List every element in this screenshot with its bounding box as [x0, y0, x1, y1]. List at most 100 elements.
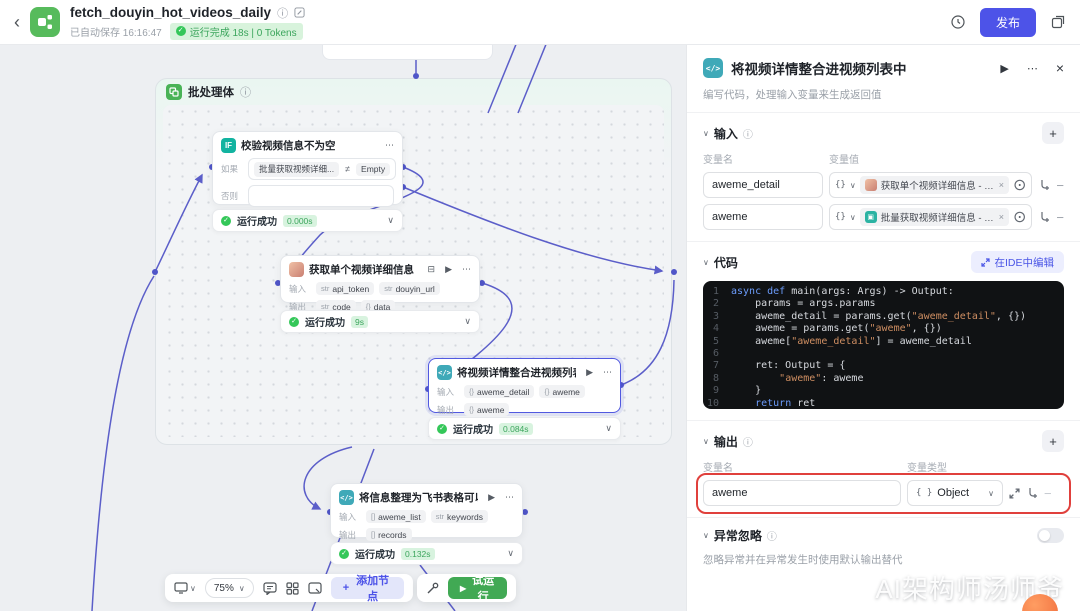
- merge-node-title: 将视频详情整合进视频列表中: [457, 367, 576, 379]
- else-condition-field[interactable]: [248, 185, 394, 207]
- more-icon[interactable]: ⋯: [462, 264, 471, 275]
- error-ignore-toggle[interactable]: [1037, 528, 1064, 543]
- variable-ref-chip[interactable]: 获取单个视频详细信息 - awe... ×: [859, 176, 1009, 194]
- plugin-avatar-icon: [289, 262, 304, 277]
- add-input-button[interactable]: +: [1042, 122, 1064, 144]
- display-mode-icon[interactable]: ∨: [174, 582, 196, 594]
- branch-add-icon[interactable]: [1038, 211, 1050, 224]
- variable-ref-chip[interactable]: ▣ 批量获取视频详细信息 - awe... ×: [859, 208, 1009, 226]
- canvas-toolbar: ∨ 75% ∨ + 添加节点: [165, 574, 413, 603]
- condition-right-chip[interactable]: Empty: [356, 162, 391, 176]
- minimap-icon[interactable]: [308, 582, 322, 594]
- play-icon[interactable]: ▶: [586, 367, 593, 378]
- inputs-label: 输入: [437, 386, 455, 397]
- remove-row-icon[interactable]: −: [1056, 178, 1064, 193]
- node-if-check[interactable]: IF 校验视频信息不为空 ⋯ 如果 批量获取视频详细... ≠ Empty 否则: [212, 131, 403, 207]
- node-partial-top[interactable]: [322, 45, 493, 60]
- run-node-icon[interactable]: ▶: [1000, 62, 1008, 75]
- add-node-button[interactable]: + 添加节点: [330, 575, 404, 603]
- if-status-bar[interactable]: ✓ 运行成功 0.000s ∨: [212, 209, 403, 232]
- history-icon[interactable]: [950, 14, 966, 30]
- add-output-button[interactable]: +: [1042, 430, 1064, 452]
- chevron-down-icon[interactable]: ∨: [703, 437, 709, 446]
- output-name-input[interactable]: [703, 480, 901, 506]
- chevron-down-icon[interactable]: ∨: [507, 548, 514, 559]
- node-feishu-format[interactable]: </> 将信息整理为飞书表格可以使用... ▶ ⋯ 输入 []aweme_lis…: [330, 483, 523, 541]
- feishu-status-bar[interactable]: ✓ 运行成功 0.132s ∨: [330, 542, 523, 565]
- more-icon[interactable]: ⋯: [1027, 62, 1038, 75]
- expand-icon[interactable]: [1009, 487, 1020, 499]
- error-ignore-desc: 忽略异常并在异常发生时使用默认输出替代: [703, 554, 903, 566]
- condition-left-chip[interactable]: 批量获取视频详细...: [254, 161, 340, 177]
- error-ignore-section: ∨ 异常忽略 ⓘ 忽略异常并在异常发生时使用默认输出替代: [687, 518, 1080, 578]
- grid-view-icon[interactable]: [286, 581, 299, 595]
- code-editor[interactable]: 1 async def main(args: Args) -> Output: 2 …: [703, 281, 1064, 409]
- info-icon[interactable]: ⓘ: [277, 5, 288, 21]
- edit-in-ide-button[interactable]: 在IDE中编辑: [971, 251, 1064, 273]
- detail-status-bar[interactable]: ✓ 运行成功 9s ∨: [280, 310, 480, 333]
- node-get-video-detail[interactable]: 获取单个视频详细信息 ⊟ ▶ ⋯ 输入 str api_token str douy…: [280, 255, 480, 313]
- outputs-label: 输出: [339, 529, 357, 540]
- input-row: {} ∨ ▣ 批量获取视频详细信息 - awe... × ⊙ −: [703, 204, 1064, 230]
- chevron-down-icon[interactable]: ∨: [464, 316, 471, 327]
- col-variable-name: 变量名: [703, 463, 733, 474]
- feishu-node-title: 将信息整理为飞书表格可以使用...: [359, 492, 478, 504]
- zoom-level-select[interactable]: 75% ∨: [204, 578, 254, 598]
- input-row: {} ∨ 获取单个视频详细信息 - awe... × ⊙ −: [703, 172, 1064, 198]
- col-variable-name: 变量名: [703, 155, 733, 166]
- node-merge-video-detail[interactable]: </> 将视频详情整合进视频列表中 ▶ ⋯ 输入 {}aweme_detail …: [428, 358, 621, 416]
- if-branch-label: 如果: [221, 164, 239, 174]
- test-run-button[interactable]: ▶ 试运行: [448, 575, 507, 603]
- more-icon[interactable]: ⋯: [505, 492, 514, 503]
- edit-icon[interactable]: [294, 7, 305, 18]
- output-type-select[interactable]: { } Object ∨: [907, 480, 1003, 506]
- run-time: 0.132s: [401, 547, 435, 560]
- variable-name-input[interactable]: [703, 204, 823, 230]
- run-time: 0.000s: [283, 214, 317, 227]
- back-button[interactable]: ‹: [14, 12, 20, 33]
- publish-button[interactable]: 发布: [979, 7, 1036, 37]
- merge-status-bar[interactable]: ✓ 运行成功 0.084s ∨: [428, 417, 621, 440]
- variable-name-input[interactable]: [703, 172, 823, 198]
- window-icon[interactable]: [1050, 14, 1066, 30]
- chevron-down-icon[interactable]: ∨: [605, 423, 612, 434]
- param-chip: [] aweme_list: [366, 510, 426, 523]
- play-icon[interactable]: ▶: [445, 264, 452, 275]
- play-icon[interactable]: ▶: [488, 492, 495, 503]
- branch-add-icon[interactable]: [1026, 487, 1038, 500]
- if-condition-field[interactable]: 批量获取视频详细... ≠ Empty: [248, 158, 397, 180]
- share-nodes-icon: [38, 15, 52, 29]
- info-icon: ⓘ: [742, 437, 753, 449]
- edge-diagonal-1: [487, 45, 517, 114]
- port-batch-left[interactable]: [152, 269, 158, 275]
- clear-icon[interactable]: ×: [999, 212, 1004, 222]
- param-chip: {} aweme: [464, 403, 510, 416]
- expand-icon: [981, 257, 991, 267]
- chevron-down-icon[interactable]: ∨: [703, 531, 709, 540]
- remove-row-icon[interactable]: −: [1056, 210, 1064, 225]
- edge-merge-to-port: [620, 279, 675, 386]
- wrench-icon[interactable]: [426, 582, 439, 595]
- port-batch-right[interactable]: [671, 269, 677, 275]
- outputs-label: 输出: [437, 404, 455, 415]
- variable-value-widget[interactable]: {} ∨ 获取单个视频详细信息 - awe... × ⊙: [829, 172, 1033, 198]
- chevron-down-icon[interactable]: ∨: [850, 213, 856, 222]
- port-batch-top[interactable]: [413, 73, 419, 79]
- more-icon[interactable]: ⋯: [603, 367, 612, 378]
- branch-add-icon[interactable]: [1038, 179, 1050, 192]
- flow-canvas[interactable]: 批处理体 ⓘ IF 校验视频信息不为空 ⋯ 如果 批量获取视频详细... ≠ E…: [0, 45, 688, 611]
- locate-icon[interactable]: ⊙: [1013, 207, 1026, 227]
- condition-operator[interactable]: ≠: [345, 164, 350, 174]
- close-icon[interactable]: ×: [1056, 60, 1064, 76]
- chevron-down-icon[interactable]: ∨: [387, 215, 394, 226]
- more-icon[interactable]: ⋯: [385, 140, 394, 151]
- chevron-down-icon[interactable]: ∨: [703, 129, 709, 138]
- comment-icon[interactable]: [263, 581, 277, 595]
- param-chip: str api_token: [316, 282, 375, 295]
- locate-icon[interactable]: ⊙: [1013, 175, 1026, 195]
- variable-value-widget[interactable]: {} ∨ ▣ 批量获取视频详细信息 - awe... × ⊙: [829, 204, 1033, 230]
- chevron-down-icon[interactable]: ∨: [850, 181, 856, 190]
- clear-icon[interactable]: ×: [999, 180, 1004, 190]
- chevron-down-icon[interactable]: ∨: [703, 258, 709, 267]
- inputs-label: 输入: [289, 283, 307, 294]
